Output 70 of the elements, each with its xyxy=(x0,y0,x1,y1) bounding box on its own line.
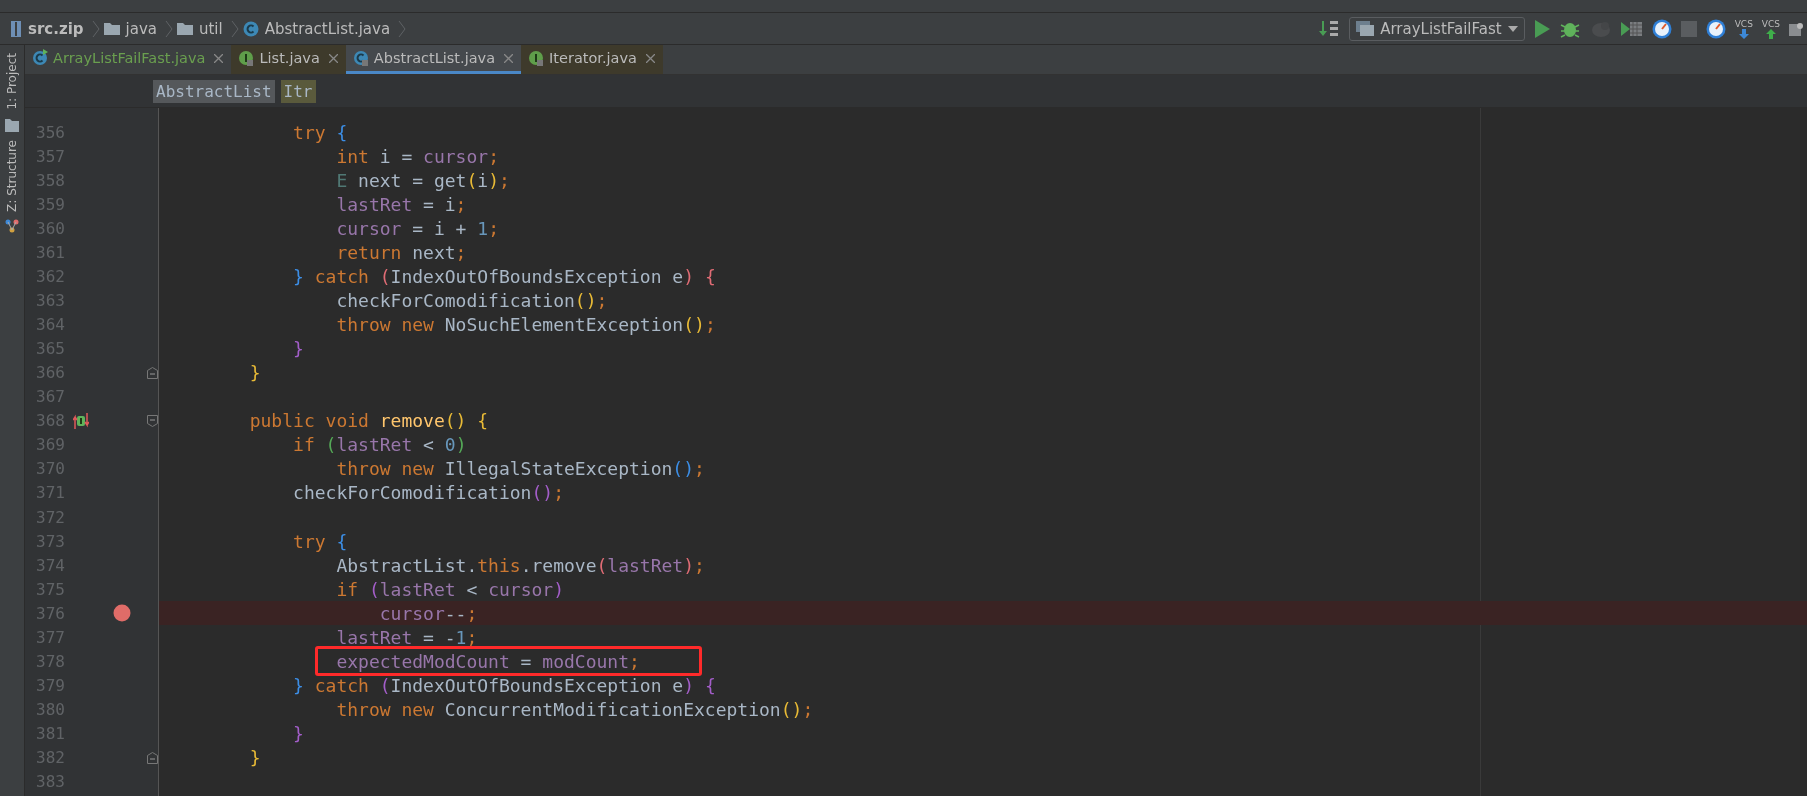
interface-icon xyxy=(528,49,545,67)
tool-window-tab[interactable]: 1: Project xyxy=(5,53,19,110)
interface-icon xyxy=(238,49,255,67)
code-line: throw new IllegalStateException(); xyxy=(335,458,705,480)
editor-tab[interactable]: List.java xyxy=(231,45,346,74)
code-line: } catch (IndexOutOfBoundsException e) { xyxy=(292,265,716,287)
code-line: cursor--; xyxy=(378,602,478,624)
code-line: AbstractList.this.remove(lastRet); xyxy=(335,554,705,576)
close-icon[interactable] xyxy=(328,53,338,63)
code-line: int i = cursor; xyxy=(335,145,499,167)
folder-icon xyxy=(103,22,120,35)
code-line: return next; xyxy=(335,241,467,263)
window-icon xyxy=(1356,20,1375,37)
arrow-up-icon xyxy=(1765,28,1776,39)
breadcrumb-item[interactable]: AbstractList.java xyxy=(264,19,391,38)
code-line: try { xyxy=(292,530,348,552)
gauge-icon[interactable] xyxy=(1651,18,1672,39)
code-line: cursor = i + 1; xyxy=(335,217,499,239)
class-icon xyxy=(352,49,369,67)
vcs-update-button[interactable]: VCS xyxy=(1734,18,1753,39)
code-line: lastRet = i; xyxy=(335,193,467,215)
fold-icon[interactable] xyxy=(147,366,158,379)
code-line: throw new ConcurrentModificationException(); xyxy=(335,699,814,721)
chevron-icon xyxy=(91,20,100,37)
structure-icon xyxy=(5,219,19,234)
code-line: public void remove() { xyxy=(248,410,489,432)
run-config-dropdown[interactable]: ArrayListFailFast xyxy=(1349,16,1525,41)
build-icon[interactable] xyxy=(1318,18,1341,39)
breadcrumb-item[interactable]: java xyxy=(125,19,157,38)
close-icon[interactable] xyxy=(504,53,514,63)
archive-icon xyxy=(10,20,22,37)
code-line: lastRet = -1; xyxy=(335,626,478,648)
code-line: throw new NoSuchElementException(); xyxy=(335,314,716,336)
breakpoint-icon[interactable] xyxy=(113,604,131,623)
code-line: E next = get(i); xyxy=(335,169,510,191)
code-line: } xyxy=(248,362,261,384)
fold-icon[interactable] xyxy=(147,414,158,427)
implements-icon[interactable] xyxy=(73,412,89,429)
breadcrumb-item[interactable]: util xyxy=(198,19,223,38)
code-line: expectedModCount = modCount; xyxy=(335,650,640,672)
tool-window-tab[interactable]: Z: Structure xyxy=(5,139,19,212)
breadcrumb-item[interactable]: Itr xyxy=(280,79,316,103)
chevron-icon xyxy=(398,20,407,37)
code-line: if (lastRet < cursor) xyxy=(335,578,564,600)
code-line: try { xyxy=(292,121,348,143)
gauge-icon[interactable] xyxy=(1705,18,1726,39)
folder-icon xyxy=(5,117,19,132)
code-line: } xyxy=(292,338,304,360)
chevron-icon xyxy=(230,20,239,37)
editor-tab[interactable]: Iterator.java xyxy=(521,45,663,74)
class-icon xyxy=(242,20,259,37)
code-line: checkForComodification(); xyxy=(335,289,608,311)
breadcrumb-item[interactable]: AbstractList xyxy=(153,79,275,103)
close-icon[interactable] xyxy=(645,53,655,63)
caret-icon xyxy=(1507,25,1518,32)
code-line: } catch (IndexOutOfBoundsException e) { xyxy=(292,674,716,696)
class-icon xyxy=(32,49,48,67)
code-line: } xyxy=(248,747,261,769)
chevron-icon xyxy=(164,20,173,37)
arrow-down-icon xyxy=(1738,28,1749,39)
code-line: } xyxy=(292,723,304,745)
close-icon[interactable] xyxy=(214,53,224,63)
breadcrumb-item[interactable]: src.zip xyxy=(28,19,84,38)
fold-icon[interactable] xyxy=(147,751,158,764)
editor-tab[interactable]: AbstractList.java xyxy=(345,45,522,74)
code-line: checkForComodification(); xyxy=(292,482,564,504)
run-icon[interactable] xyxy=(1533,19,1550,38)
vcs-commit-button[interactable]: VCS xyxy=(1761,18,1780,39)
folder-icon xyxy=(176,22,193,35)
code-line: if (lastRet < 0) xyxy=(292,434,467,456)
